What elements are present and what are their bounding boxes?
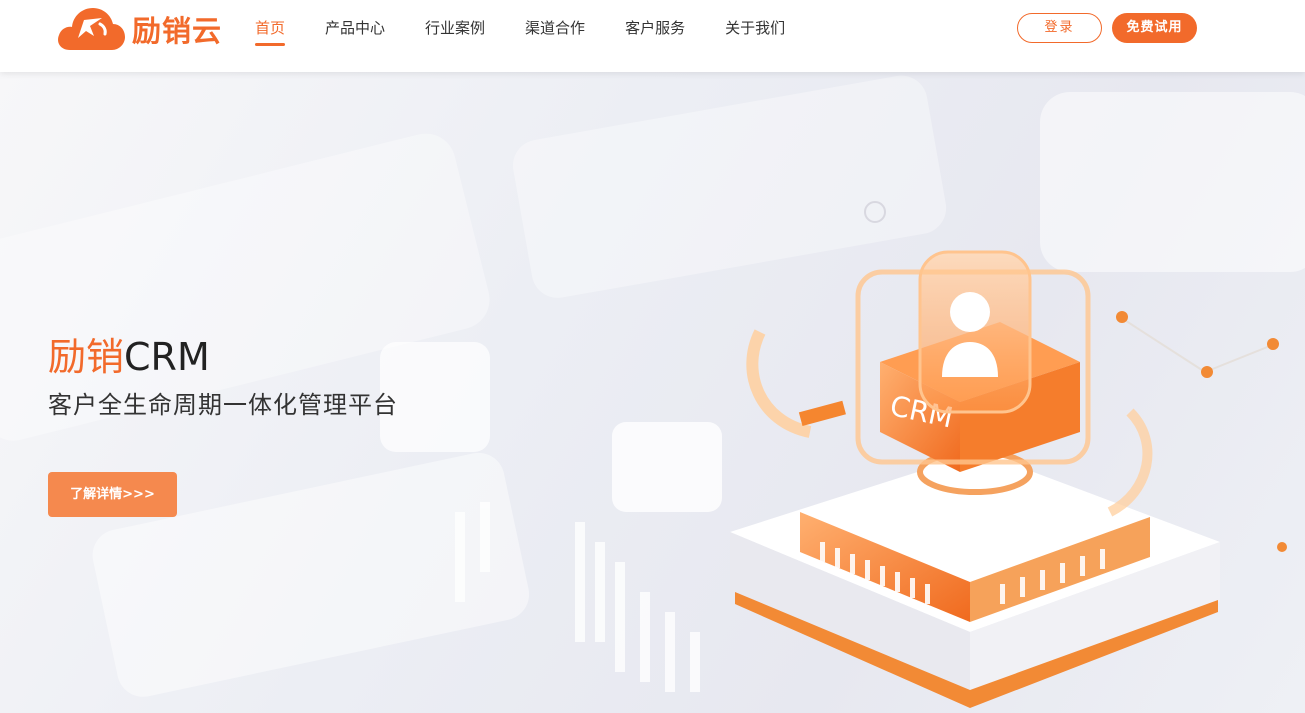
nav-item-home[interactable]: 首页 bbox=[255, 0, 286, 56]
nav-item-channels[interactable]: 渠道合作 bbox=[525, 0, 585, 56]
nav-item-products[interactable]: 产品中心 bbox=[325, 0, 385, 56]
hero-subtitle: 客户全生命周期一体化管理平台 bbox=[48, 391, 398, 419]
nav-item-about[interactable]: 关于我们 bbox=[725, 0, 785, 56]
hero-title-accent: 励销 bbox=[48, 335, 125, 379]
logo-text: 励销云 bbox=[132, 14, 223, 48]
learn-more-button[interactable]: 了解详情>>> bbox=[48, 472, 177, 517]
cloud-logo-icon bbox=[58, 8, 125, 50]
hero-title: 励销CRM bbox=[48, 334, 210, 380]
hero-title-rest: CRM bbox=[124, 335, 210, 379]
nav-item-cases[interactable]: 行业案例 bbox=[425, 0, 485, 56]
hero-banner: CRM 励销CRM 客户全生命周期一体化管理平台 了解详情>>> bbox=[0, 72, 1305, 713]
main-nav: 首页 产品中心 行业案例 渠道合作 客户服务 关于我们 bbox=[255, 0, 825, 60]
login-button[interactable]: 登录 bbox=[1017, 13, 1102, 43]
free-trial-button[interactable]: 免费试用 bbox=[1112, 13, 1197, 43]
site-header: 励销云 首页 产品中心 行业案例 渠道合作 客户服务 关于我们 登录 免费试用 bbox=[0, 0, 1305, 72]
logo[interactable]: 励销云 bbox=[56, 4, 222, 54]
nav-item-service[interactable]: 客户服务 bbox=[625, 0, 685, 56]
